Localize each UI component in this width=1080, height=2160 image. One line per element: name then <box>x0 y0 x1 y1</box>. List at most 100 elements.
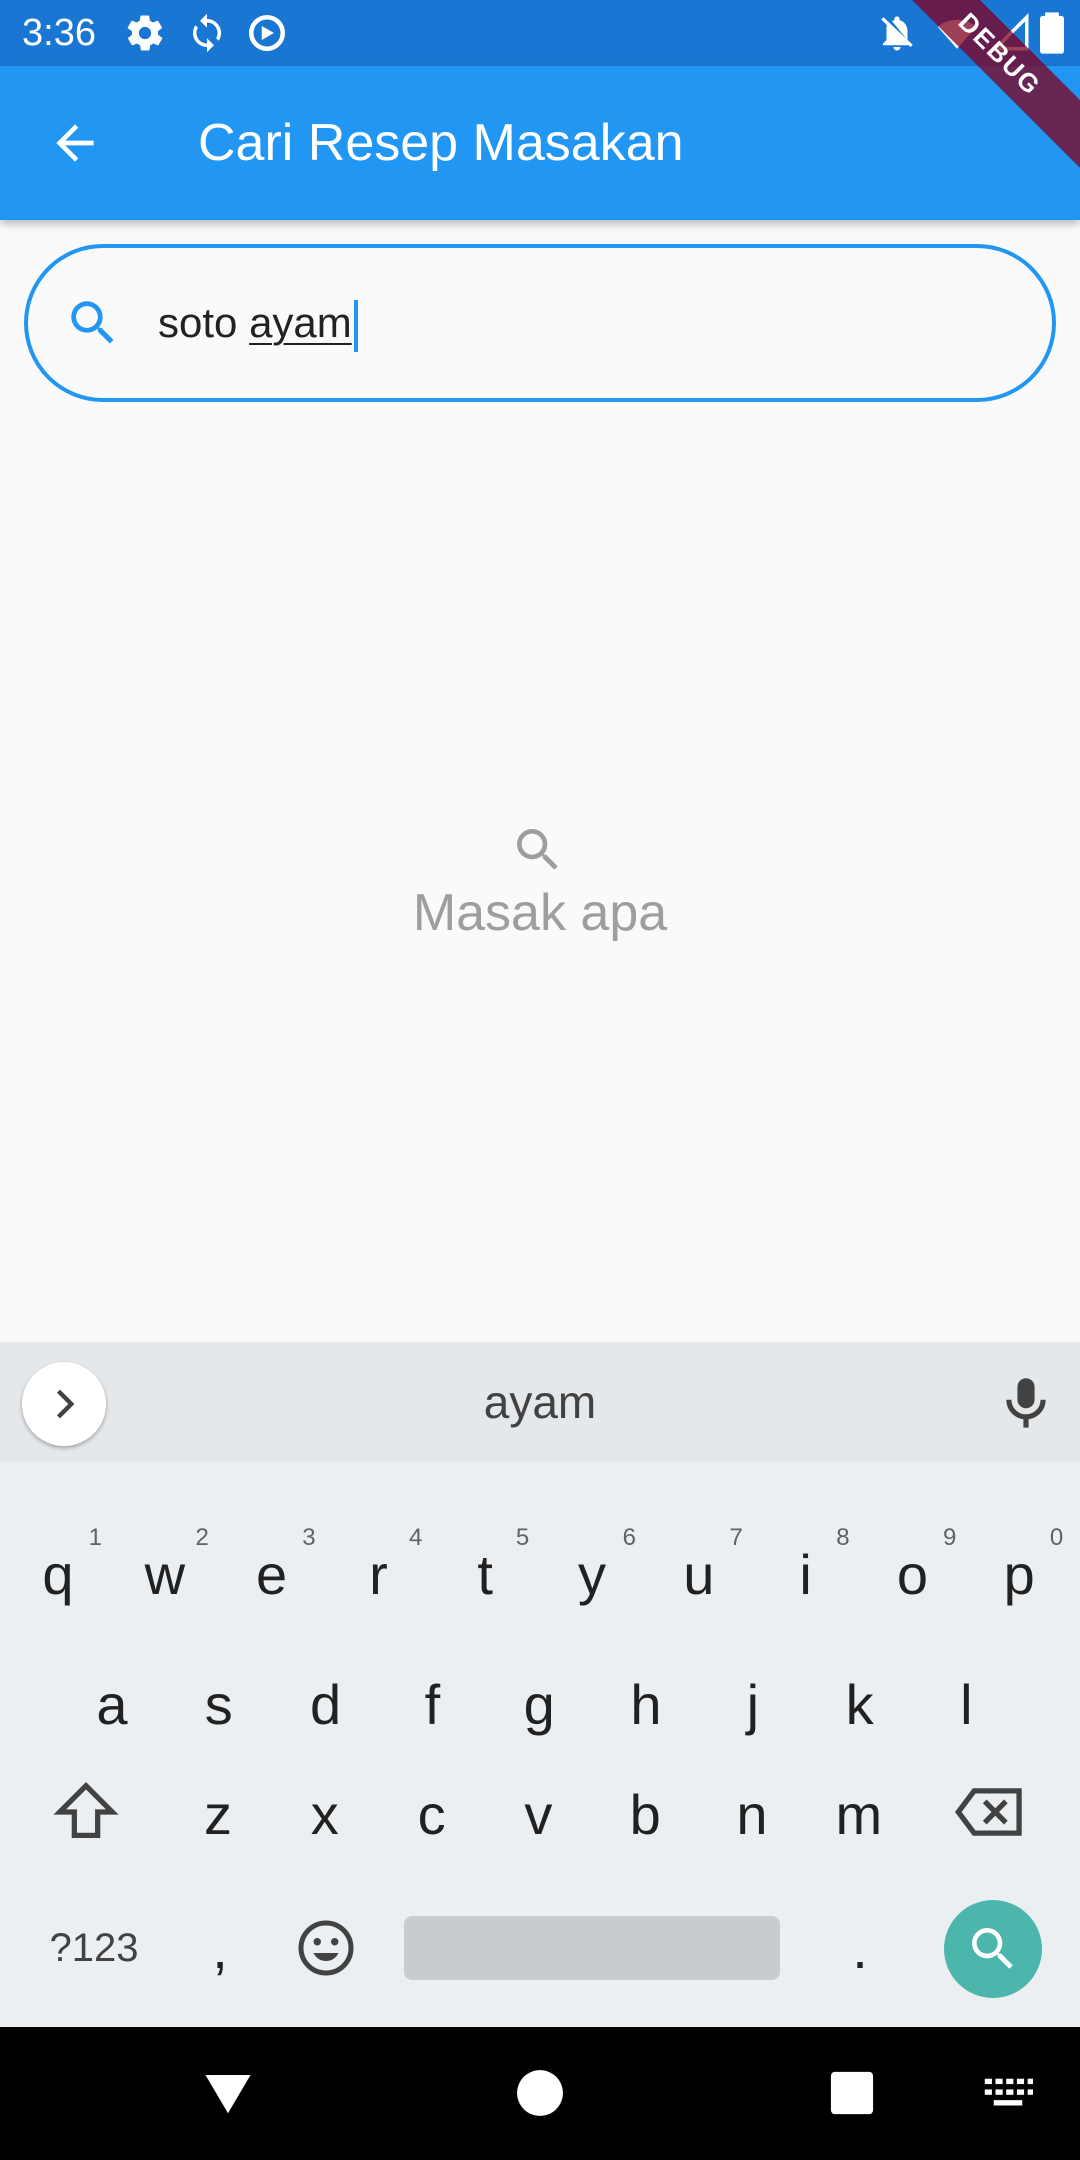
space-bar[interactable] <box>404 1916 780 1980</box>
soft-keyboard: ayam q1w2e3r4t5y6u7i8o9p0 asdfghjkl zxcv… <box>0 1342 1080 2027</box>
key-a[interactable]: a <box>62 1644 162 1764</box>
key-j[interactable]: j <box>703 1644 803 1764</box>
key-x[interactable]: x <box>275 1754 375 1874</box>
key-label: w <box>144 1542 186 1606</box>
key-label: d <box>310 1672 342 1736</box>
emoji-key[interactable] <box>276 1888 376 2008</box>
key-l[interactable]: l <box>916 1644 1016 1764</box>
search-text: soto <box>158 299 250 346</box>
key-label: s <box>204 1672 233 1736</box>
notifications-off-icon <box>876 12 918 54</box>
key-r[interactable]: r4 <box>328 1514 428 1634</box>
empty-state-search-icon <box>517 829 558 870</box>
keyboard-switch-icon <box>984 2078 1033 2106</box>
key-label: q <box>42 1542 74 1606</box>
key-hint: 6 <box>622 1524 636 1551</box>
key-label: i <box>799 1542 812 1606</box>
key-label: n <box>736 1782 768 1846</box>
backspace-key[interactable] <box>940 1752 1040 1872</box>
app-bar: Cari Resep Masakan <box>0 66 1080 220</box>
key-z[interactable]: z <box>168 1754 268 1874</box>
page-title: Cari Resep Masakan <box>198 114 684 172</box>
key-hint: 2 <box>195 1524 209 1551</box>
search-action-key[interactable] <box>944 1900 1042 1998</box>
text-caret <box>353 299 358 352</box>
status-bar: 3:36 <box>0 0 1080 66</box>
key-b[interactable]: b <box>595 1754 695 1874</box>
search-icon <box>972 1928 1013 1969</box>
key-p[interactable]: p0 <box>969 1514 1069 1634</box>
key-label: j <box>746 1672 760 1736</box>
back-triangle-icon <box>205 2075 251 2114</box>
key-hint: 7 <box>729 1524 743 1551</box>
key-label: l <box>960 1672 973 1736</box>
sync-icon <box>186 12 228 54</box>
mic-icon[interactable] <box>1000 1374 1052 1434</box>
key-u[interactable]: u7 <box>649 1514 749 1634</box>
key-label: r <box>369 1542 388 1606</box>
key-g[interactable]: g <box>489 1644 589 1764</box>
key-label: f <box>424 1672 441 1736</box>
key-hint: 4 <box>409 1524 423 1551</box>
status-time: 3:36 <box>22 12 96 54</box>
key-label: c <box>417 1782 446 1846</box>
settings-icon <box>124 12 166 54</box>
system-nav-bar <box>0 2027 1080 2160</box>
key-s[interactable]: s <box>169 1644 269 1764</box>
key-hint: 5 <box>515 1524 530 1551</box>
key-label: a <box>96 1672 128 1736</box>
key-e[interactable]: e3 <box>222 1514 322 1634</box>
search-field[interactable]: soto ayam <box>24 244 1056 402</box>
key-n[interactable]: n <box>702 1754 802 1874</box>
nav-home-button[interactable] <box>510 2063 570 2123</box>
shift-icon <box>53 1782 119 1838</box>
nav-back-button[interactable] <box>198 2063 258 2123</box>
search-composing-text: ayam <box>249 299 352 346</box>
key-label: o <box>896 1542 928 1606</box>
key-h[interactable]: h <box>596 1644 696 1764</box>
key-m[interactable]: m <box>809 1754 909 1874</box>
key-label: t <box>477 1542 493 1606</box>
suggestion-strip: ayam <box>0 1342 1080 1462</box>
key-k[interactable]: k <box>810 1644 910 1764</box>
key-d[interactable]: d <box>276 1644 376 1764</box>
key-f[interactable]: f <box>382 1644 482 1764</box>
key-label: v <box>524 1782 553 1846</box>
home-circle-icon <box>517 2070 563 2116</box>
key-q[interactable]: q1 <box>8 1514 108 1634</box>
key-w[interactable]: w2 <box>115 1514 215 1634</box>
keyboard-switch-button[interactable] <box>978 2063 1038 2123</box>
key-hint: 3 <box>302 1524 316 1551</box>
key-label: x <box>310 1782 339 1846</box>
suggestion-word[interactable]: ayam <box>0 1372 1080 1432</box>
key-label: p <box>1003 1542 1035 1606</box>
shift-key[interactable] <box>36 1752 136 1872</box>
key-label: u <box>683 1542 715 1606</box>
key-i[interactable]: i8 <box>756 1514 856 1634</box>
key-label: y <box>578 1542 606 1606</box>
key-label: z <box>204 1782 232 1846</box>
recents-square-icon <box>830 2071 874 2115</box>
comma-key[interactable]: , <box>170 1888 270 2008</box>
battery-icon <box>1040 12 1070 54</box>
key-hint: 1 <box>88 1524 102 1551</box>
period-key[interactable]: . <box>810 1888 910 2008</box>
search-icon <box>71 301 114 344</box>
key-c[interactable]: c <box>382 1754 482 1874</box>
key-hint: 0 <box>1049 1524 1064 1551</box>
symbols-key[interactable]: ?123 <box>34 1888 154 2008</box>
key-hint: 8 <box>836 1524 850 1551</box>
key-v[interactable]: v <box>488 1754 588 1874</box>
key-o[interactable]: o9 <box>862 1514 962 1634</box>
empty-state-text: Masak apa <box>412 884 668 942</box>
backspace-icon <box>954 1788 1022 1836</box>
search-input[interactable]: soto ayam <box>158 294 358 352</box>
nav-recents-button[interactable] <box>822 2063 882 2123</box>
key-label: b <box>629 1782 661 1846</box>
key-y[interactable]: y6 <box>542 1514 642 1634</box>
key-label: m <box>835 1782 883 1846</box>
key-label: g <box>523 1672 555 1736</box>
key-t[interactable]: t5 <box>435 1514 535 1634</box>
emoji-icon <box>298 1920 354 1976</box>
back-button[interactable] <box>40 108 110 178</box>
